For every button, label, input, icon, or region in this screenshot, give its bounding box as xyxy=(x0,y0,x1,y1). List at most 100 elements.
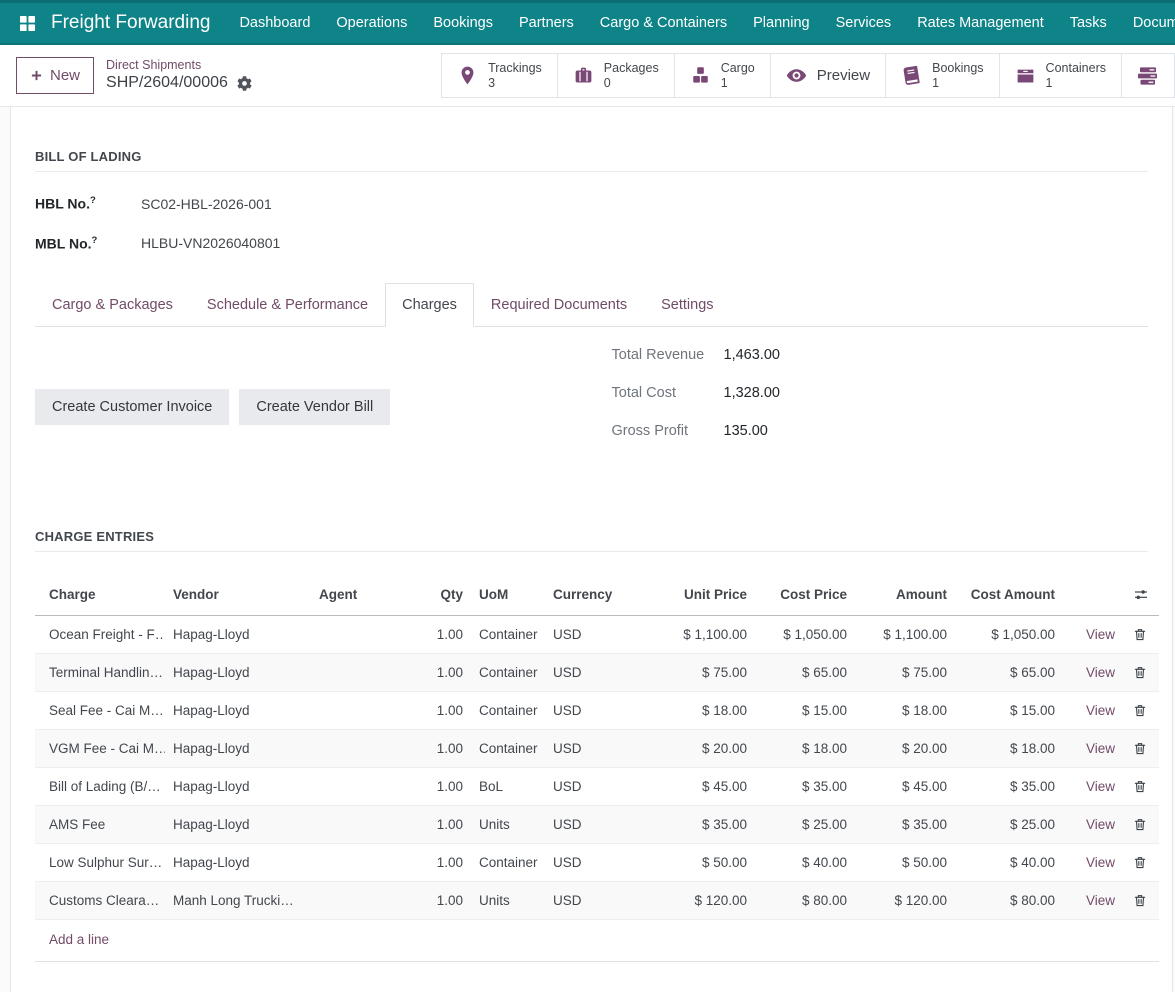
cell-vendor[interactable]: Hapag-Lloyd xyxy=(165,615,311,653)
cell-amount[interactable]: $ 1,100.00 xyxy=(855,615,955,653)
column-header-agent[interactable]: Agent xyxy=(311,572,419,615)
view-link[interactable]: View xyxy=(1086,893,1115,908)
cell-agent[interactable] xyxy=(311,881,419,919)
cell-cost_amount[interactable]: $ 65.00 xyxy=(955,653,1063,691)
smart-button-trackings[interactable]: Trackings3 xyxy=(441,53,557,98)
cell-cost_amount[interactable]: $ 25.00 xyxy=(955,805,1063,843)
settings-gear-icon[interactable] xyxy=(237,76,252,91)
nav-item-partners[interactable]: Partners xyxy=(506,3,587,43)
cell-cost_price[interactable]: $ 15.00 xyxy=(755,691,855,729)
cell-uom[interactable]: Container xyxy=(471,729,545,767)
cell-agent[interactable] xyxy=(311,691,419,729)
create-customer-invoice-button[interactable]: Create Customer Invoice xyxy=(35,389,229,425)
cell-cost_price[interactable]: $ 1,050.00 xyxy=(755,615,855,653)
cell-uom[interactable]: Container xyxy=(471,691,545,729)
cell-agent[interactable] xyxy=(311,653,419,691)
new-button[interactable]: New xyxy=(16,57,94,94)
cell-unit_price[interactable]: $ 75.00 xyxy=(637,653,755,691)
cell-unit_price[interactable]: $ 20.00 xyxy=(637,729,755,767)
cell-amount[interactable]: $ 50.00 xyxy=(855,843,955,881)
nav-item-dashboard[interactable]: Dashboard xyxy=(226,3,323,43)
nav-item-planning[interactable]: Planning xyxy=(740,3,822,43)
cell-unit_price[interactable]: $ 18.00 xyxy=(637,691,755,729)
add-a-line-link[interactable]: Add a line xyxy=(49,932,109,947)
cell-unit_price[interactable]: $ 45.00 xyxy=(637,767,755,805)
delete-row-trash-icon[interactable] xyxy=(1133,893,1147,908)
nav-item-cargo-containers[interactable]: Cargo & Containers xyxy=(587,3,740,43)
cell-qty[interactable]: 1.00 xyxy=(419,615,471,653)
delete-row-trash-icon[interactable] xyxy=(1133,741,1147,756)
nav-item-services[interactable]: Services xyxy=(823,3,905,43)
cell-cost_amount[interactable]: $ 80.00 xyxy=(955,881,1063,919)
cell-cost_amount[interactable]: $ 18.00 xyxy=(955,729,1063,767)
cell-currency[interactable]: USD xyxy=(545,691,637,729)
cell-charge[interactable]: Seal Fee - Cai M… xyxy=(35,691,165,729)
delete-row-trash-icon[interactable] xyxy=(1133,627,1147,642)
tab-required-documents[interactable]: Required Documents xyxy=(474,283,644,327)
cell-amount[interactable]: $ 35.00 xyxy=(855,805,955,843)
field-value-mbl-no[interactable]: HLBU-VN2026040801 xyxy=(141,235,280,251)
cell-cost_price[interactable]: $ 25.00 xyxy=(755,805,855,843)
delete-row-trash-icon[interactable] xyxy=(1133,665,1147,680)
smart-more-button[interactable] xyxy=(1121,53,1175,98)
cell-qty[interactable]: 1.00 xyxy=(419,881,471,919)
cell-amount[interactable]: $ 120.00 xyxy=(855,881,955,919)
nav-item-tasks[interactable]: Tasks xyxy=(1057,3,1120,43)
cell-cost_amount[interactable]: $ 40.00 xyxy=(955,843,1063,881)
cell-uom[interactable]: BoL xyxy=(471,767,545,805)
delete-row-trash-icon[interactable] xyxy=(1133,817,1147,832)
cell-qty[interactable]: 1.00 xyxy=(419,843,471,881)
cell-amount[interactable]: $ 18.00 xyxy=(855,691,955,729)
cell-cost_price[interactable]: $ 65.00 xyxy=(755,653,855,691)
cell-qty[interactable]: 1.00 xyxy=(419,805,471,843)
delete-row-trash-icon[interactable] xyxy=(1133,779,1147,794)
cell-qty[interactable]: 1.00 xyxy=(419,653,471,691)
cell-qty[interactable]: 1.00 xyxy=(419,729,471,767)
delete-row-trash-icon[interactable] xyxy=(1133,703,1147,718)
cell-agent[interactable] xyxy=(311,843,419,881)
view-link[interactable]: View xyxy=(1086,627,1115,642)
cell-vendor[interactable]: Hapag-Lloyd xyxy=(165,691,311,729)
cell-cost_price[interactable]: $ 40.00 xyxy=(755,843,855,881)
cell-amount[interactable]: $ 75.00 xyxy=(855,653,955,691)
view-link[interactable]: View xyxy=(1086,703,1115,718)
nav-item-rates-management[interactable]: Rates Management xyxy=(904,3,1057,43)
create-vendor-bill-button[interactable]: Create Vendor Bill xyxy=(239,389,390,425)
view-link[interactable]: View xyxy=(1086,817,1115,832)
column-header-unit-price[interactable]: Unit Price xyxy=(637,572,755,615)
cell-unit_price[interactable]: $ 120.00 xyxy=(637,881,755,919)
cell-vendor[interactable]: Hapag-Lloyd xyxy=(165,653,311,691)
cell-qty[interactable]: 1.00 xyxy=(419,767,471,805)
field-value-hbl-no[interactable]: SC02-HBL-2026-001 xyxy=(141,196,272,212)
cell-cost_price[interactable]: $ 80.00 xyxy=(755,881,855,919)
cell-charge[interactable]: Ocean Freight - F… xyxy=(35,615,165,653)
cell-charge[interactable]: Terminal Handlin… xyxy=(35,653,165,691)
cell-uom[interactable]: Container xyxy=(471,653,545,691)
optional-columns-sliders-icon[interactable] xyxy=(1063,572,1159,615)
cell-cost_amount[interactable]: $ 1,050.00 xyxy=(955,615,1063,653)
column-header-qty[interactable]: Qty xyxy=(419,572,471,615)
smart-button-preview[interactable]: Preview xyxy=(770,53,885,98)
cell-vendor[interactable]: Hapag-Lloyd xyxy=(165,805,311,843)
cell-currency[interactable]: USD xyxy=(545,767,637,805)
column-header-cost-amount[interactable]: Cost Amount xyxy=(955,572,1063,615)
cell-agent[interactable] xyxy=(311,729,419,767)
view-link[interactable]: View xyxy=(1086,741,1115,756)
cell-charge[interactable]: VGM Fee - Cai M… xyxy=(35,729,165,767)
cell-unit_price[interactable]: $ 35.00 xyxy=(637,805,755,843)
column-header-cost-price[interactable]: Cost Price xyxy=(755,572,855,615)
cell-agent[interactable] xyxy=(311,615,419,653)
cell-cost_price[interactable]: $ 35.00 xyxy=(755,767,855,805)
cell-amount[interactable]: $ 20.00 xyxy=(855,729,955,767)
delete-row-trash-icon[interactable] xyxy=(1133,855,1147,870)
cell-currency[interactable]: USD xyxy=(545,653,637,691)
view-link[interactable]: View xyxy=(1086,779,1115,794)
apps-grid-icon[interactable] xyxy=(18,11,37,35)
cell-currency[interactable]: USD xyxy=(545,729,637,767)
cell-vendor[interactable]: Manh Long Trucki… xyxy=(165,881,311,919)
column-header-vendor[interactable]: Vendor xyxy=(165,572,311,615)
nav-item-bookings[interactable]: Bookings xyxy=(420,3,506,43)
cell-currency[interactable]: USD xyxy=(545,843,637,881)
cell-cost_amount[interactable]: $ 35.00 xyxy=(955,767,1063,805)
tab-settings[interactable]: Settings xyxy=(644,283,730,327)
